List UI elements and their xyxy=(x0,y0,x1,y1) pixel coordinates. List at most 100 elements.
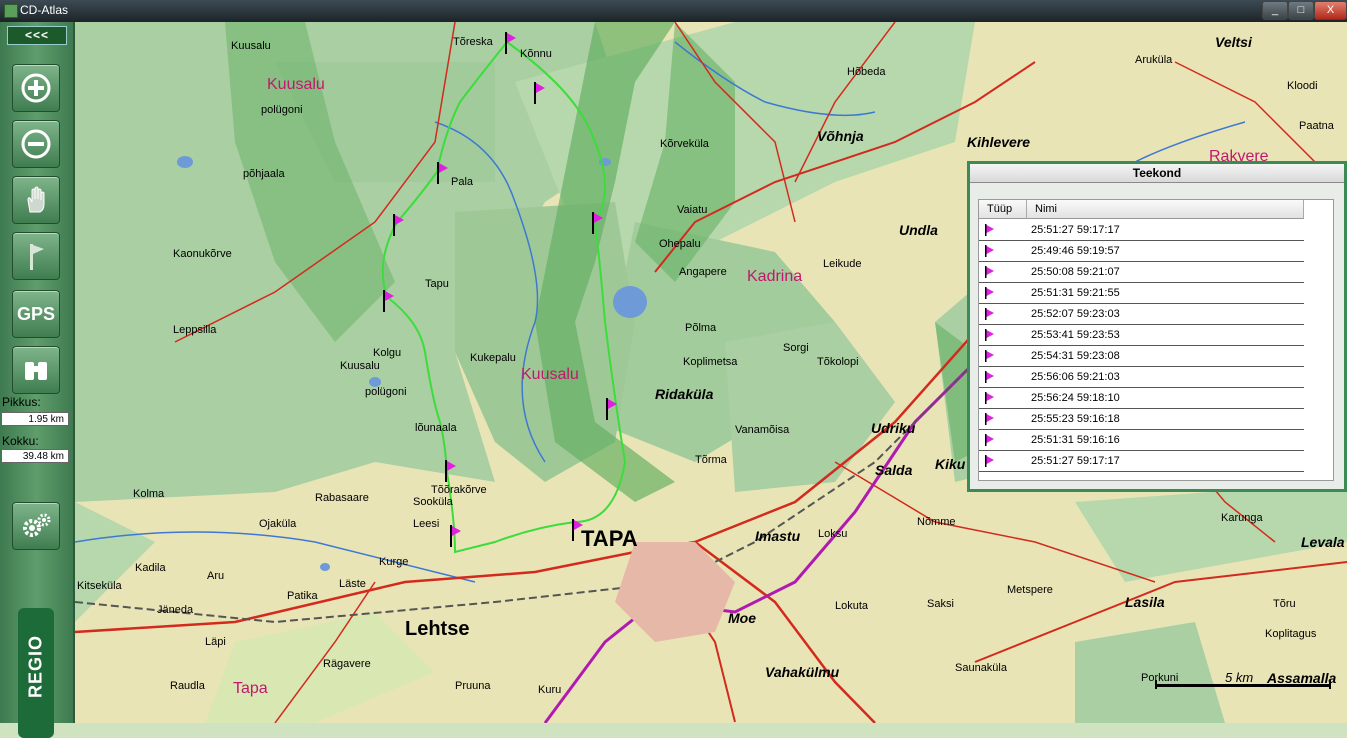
flag-icon xyxy=(985,392,995,407)
place-label: Kõrveküla xyxy=(660,138,709,150)
table-row[interactable]: 25:51:31 59:21:55 xyxy=(979,283,1304,304)
route-flag[interactable] xyxy=(606,398,618,420)
place-label: Leesi xyxy=(413,518,440,530)
place-label: Ohepalu xyxy=(659,238,701,250)
route-flag[interactable] xyxy=(437,162,449,184)
pikkus-label: Pikkus: xyxy=(2,395,41,409)
route-flag[interactable] xyxy=(592,212,604,234)
row-name: 25:50:08 59:21:07 xyxy=(1031,266,1120,278)
zoom-out-button[interactable] xyxy=(12,120,60,168)
place-label: Koplitagus xyxy=(1265,628,1317,640)
place-label: Kitseküla xyxy=(77,580,122,592)
zoom-in-button[interactable] xyxy=(12,64,60,112)
plus-circle-icon xyxy=(21,73,51,103)
regio-logo: REGIO xyxy=(18,608,54,738)
place-label: Kolgu xyxy=(373,347,402,359)
place-label: Metspere xyxy=(1007,584,1053,596)
place-label: Leikude xyxy=(823,258,862,270)
town-label: Ridaküla xyxy=(655,386,714,402)
route-flag[interactable] xyxy=(445,460,457,482)
place-label: lõunaala xyxy=(415,422,457,434)
place-label: Karunga xyxy=(1221,512,1263,524)
table-row[interactable]: 25:51:27 59:17:17 xyxy=(979,220,1304,241)
panel-title: Teekond xyxy=(970,164,1344,183)
place-label: Kuusalu xyxy=(231,40,271,52)
table-row[interactable]: 25:51:31 59:16:16 xyxy=(979,430,1304,451)
place-label: polügoni xyxy=(261,104,303,116)
row-name: 25:56:24 59:18:10 xyxy=(1031,392,1120,404)
column-header-name[interactable]: Nimi xyxy=(1027,200,1304,219)
place-label: Pruuna xyxy=(455,680,491,692)
place-label: Pala xyxy=(451,176,474,188)
maximize-button[interactable]: □ xyxy=(1288,1,1314,20)
flag-icon xyxy=(985,434,995,449)
place-label: Sorgi xyxy=(783,342,809,354)
table-row[interactable]: 25:52:07 59:23:03 xyxy=(979,304,1304,325)
municipality-label: Kadrina xyxy=(747,268,803,285)
table-row[interactable]: 25:56:24 59:18:10 xyxy=(979,388,1304,409)
place-label: Kuusalu xyxy=(340,360,380,372)
gps-button[interactable]: GPS xyxy=(12,290,60,338)
place-label: Aruküla xyxy=(1135,54,1173,66)
table-row[interactable]: 25:49:46 59:19:57 xyxy=(979,241,1304,262)
window-title: CD-Atlas xyxy=(20,3,69,17)
place-label: Patika xyxy=(287,590,318,602)
place-label: põhjaala xyxy=(243,168,285,180)
town-label: Imastu xyxy=(755,528,801,544)
route-flag[interactable] xyxy=(450,525,462,547)
route-flag[interactable] xyxy=(505,32,517,54)
table-row[interactable]: 25:54:31 59:23:08 xyxy=(979,346,1304,367)
place-label: polügoni xyxy=(365,386,407,398)
row-name: 25:52:07 59:23:03 xyxy=(1031,308,1120,320)
close-button[interactable]: X xyxy=(1314,1,1347,20)
row-name: 25:55:23 59:16:18 xyxy=(1031,413,1120,425)
municipality-label: Kuusalu xyxy=(521,366,579,383)
search-button[interactable] xyxy=(12,346,60,394)
table-row[interactable]: 25:53:41 59:23:53 xyxy=(979,325,1304,346)
flag-icon xyxy=(985,287,995,302)
column-header-type[interactable]: Tüüp xyxy=(979,200,1027,219)
town-label: Undla xyxy=(899,222,938,238)
table-row[interactable]: 25:51:27 59:17:17 xyxy=(979,451,1304,472)
route-flag[interactable] xyxy=(383,290,395,312)
flag-icon xyxy=(985,329,995,344)
place-label: Läste xyxy=(339,578,366,590)
place-label: Hõbeda xyxy=(847,66,886,78)
hand-icon xyxy=(27,186,45,213)
minus-circle-icon xyxy=(21,129,51,159)
place-label: Loksu xyxy=(818,528,848,540)
town-label: Salda xyxy=(875,462,913,478)
place-label: Läpi xyxy=(205,636,226,648)
flag-icon xyxy=(985,245,995,260)
route-flag[interactable] xyxy=(393,214,405,236)
town-label: Udriku xyxy=(871,420,916,436)
table-row[interactable]: 25:55:23 59:16:18 xyxy=(979,409,1304,430)
collapse-sidebar-button[interactable]: <<< xyxy=(7,26,67,45)
binoculars-icon xyxy=(25,362,47,380)
route-panel: Teekond Tüüp Nimi 25:51:27 59:17:17 25:49… xyxy=(967,161,1347,492)
minimize-button[interactable]: _ xyxy=(1262,1,1288,20)
place-label: Jäneda xyxy=(157,604,194,616)
flag-icon xyxy=(985,455,995,470)
town-label: Võhnja xyxy=(817,128,864,144)
town-label: Levala xyxy=(1301,534,1345,550)
table-row[interactable]: 25:56:06 59:21:03 xyxy=(979,367,1304,388)
settings-button[interactable] xyxy=(12,502,60,550)
flag-tool-button[interactable] xyxy=(12,232,60,280)
place-label: Vanamõisa xyxy=(735,424,790,436)
place-label: Lokuta xyxy=(835,600,869,612)
pan-button[interactable] xyxy=(12,176,60,224)
town-label: Lasila xyxy=(1125,594,1165,610)
title-bar: CD-Atlas _ □ X xyxy=(0,0,1347,22)
table-row[interactable]: 25:50:08 59:21:07 xyxy=(979,262,1304,283)
row-name: 25:53:41 59:23:53 xyxy=(1031,329,1120,341)
place-label: Paatna xyxy=(1299,120,1334,132)
place-label: Tapu xyxy=(425,278,449,290)
municipality-label: Kuusalu xyxy=(267,76,325,93)
row-name: 25:51:31 59:21:55 xyxy=(1031,287,1120,299)
route-flag[interactable] xyxy=(534,82,546,104)
town-label: Vahakülmu xyxy=(765,664,840,680)
place-label: Nõmme xyxy=(917,516,956,528)
row-name: 25:56:06 59:21:03 xyxy=(1031,371,1120,383)
place-label: Saksi xyxy=(927,598,954,610)
